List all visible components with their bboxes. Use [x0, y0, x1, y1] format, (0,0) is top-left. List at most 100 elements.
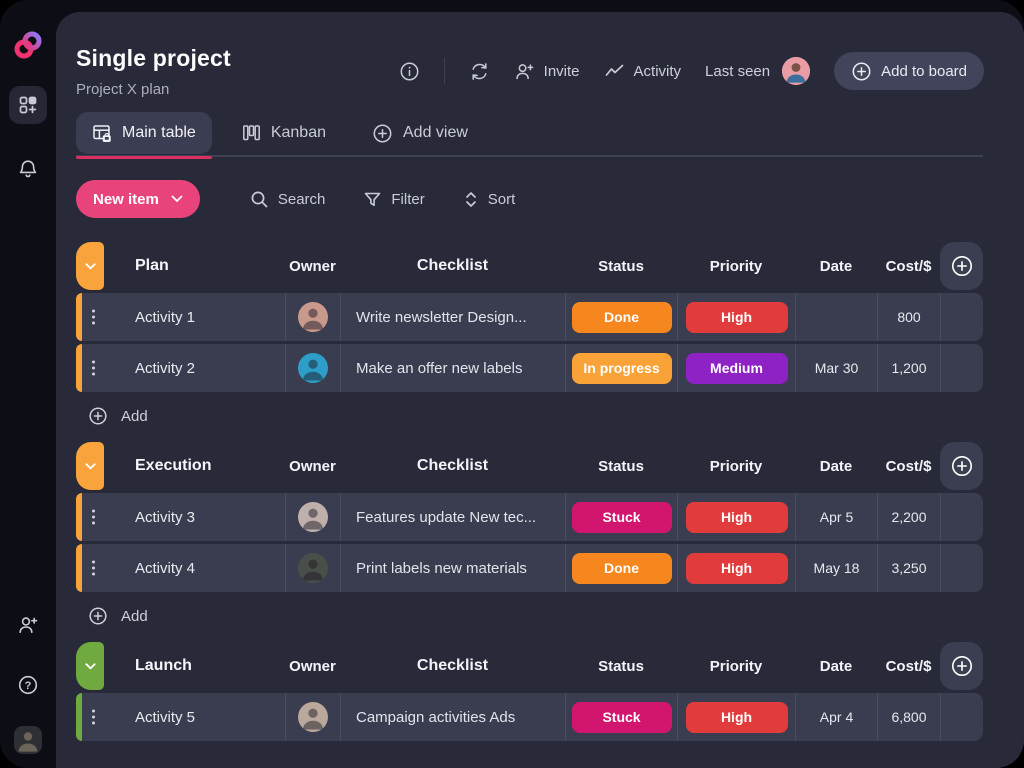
date-cell[interactable]: Apr 5 — [795, 493, 877, 541]
table-row[interactable]: Activity 1 Write newsletter Design...Done… — [76, 293, 983, 341]
cost-cell[interactable]: 1,200 — [877, 344, 940, 392]
user-avatar[interactable] — [14, 726, 42, 754]
add-column-button[interactable] — [940, 642, 983, 690]
column-header-priority[interactable]: Priority — [677, 642, 795, 690]
column-header-status[interactable]: Status — [565, 242, 677, 290]
priority-badge[interactable]: High — [686, 302, 788, 333]
column-header-owner[interactable]: Owner — [285, 642, 340, 690]
owner-cell[interactable] — [285, 693, 340, 741]
column-header-checklist[interactable]: Checklist — [340, 242, 565, 290]
column-header-owner[interactable]: Owner — [285, 242, 340, 290]
column-header-status[interactable]: Status — [565, 642, 677, 690]
notifications-bell-icon[interactable] — [9, 150, 47, 188]
owner-cell[interactable] — [285, 493, 340, 541]
table-row[interactable]: Activity 5 Campaign activities AdsStuck Hi… — [76, 693, 983, 741]
status-badge[interactable]: Stuck — [572, 502, 672, 533]
activity-button[interactable]: Activity — [604, 61, 682, 82]
column-header-cost[interactable]: Cost/$ — [877, 642, 940, 690]
table-row[interactable]: Activity 2 Make an offer new labelsIn pro… — [76, 344, 983, 392]
invite-button[interactable]: Invite — [514, 61, 580, 82]
search-button[interactable]: Search — [250, 190, 326, 209]
column-header-checklist[interactable]: Checklist — [340, 642, 565, 690]
item-name-cell[interactable]: Activity 4 — [76, 544, 285, 592]
row-menu-icon[interactable] — [89, 358, 98, 379]
row-menu-icon[interactable] — [89, 507, 98, 528]
status-badge[interactable]: Stuck — [572, 702, 672, 733]
status-badge[interactable]: Done — [572, 553, 672, 584]
checklist-cell[interactable]: Print labels new materials — [340, 544, 565, 592]
tab-main-table[interactable]: Main table — [76, 112, 212, 154]
column-header-date[interactable]: Date — [795, 642, 877, 690]
group-name[interactable]: Launch — [135, 657, 192, 675]
sync-icon[interactable] — [469, 61, 490, 82]
date-cell[interactable]: Mar 30 — [795, 344, 877, 392]
row-menu-icon[interactable] — [89, 307, 98, 328]
priority-badge[interactable]: High — [686, 702, 788, 733]
plaky-logo-icon[interactable] — [11, 28, 45, 62]
date-cell[interactable] — [795, 293, 877, 341]
cost-cell[interactable]: 2,200 — [877, 493, 940, 541]
add-column-button[interactable] — [940, 442, 983, 490]
main-panel: Single project Project X plan — [56, 12, 1024, 768]
tab-kanban[interactable]: Kanban — [226, 112, 342, 154]
date-cell[interactable]: Apr 4 — [795, 693, 877, 741]
column-header-status[interactable]: Status — [565, 442, 677, 490]
priority-badge[interactable]: High — [686, 553, 788, 584]
checklist-cell[interactable]: Write newsletter Design... — [340, 293, 565, 341]
group-name[interactable]: Execution — [135, 457, 211, 475]
info-icon[interactable] — [399, 61, 420, 82]
table-row[interactable]: Activity 3 Features update New tec...Stuc… — [76, 493, 983, 541]
last-seen: Last seen — [705, 57, 810, 85]
column-header-owner[interactable]: Owner — [285, 442, 340, 490]
column-header-priority[interactable]: Priority — [677, 242, 795, 290]
help-icon[interactable]: ? — [9, 666, 47, 704]
owner-cell[interactable] — [285, 293, 340, 341]
column-header-date[interactable]: Date — [795, 442, 877, 490]
sort-button[interactable]: Sort — [463, 190, 516, 209]
group-collapse-button[interactable] — [76, 642, 104, 690]
plus-circle-icon — [950, 454, 974, 478]
group-name[interactable]: Plan — [135, 257, 169, 275]
column-header-priority[interactable]: Priority — [677, 442, 795, 490]
new-item-button[interactable]: New item — [76, 180, 200, 218]
add-item-button[interactable]: Add — [88, 602, 148, 630]
item-name-cell[interactable]: Activity 1 — [76, 293, 285, 341]
item-name-cell[interactable]: Activity 3 — [76, 493, 285, 541]
group-collapse-button[interactable] — [76, 242, 104, 290]
checklist-cell[interactable]: Features update New tec... — [340, 493, 565, 541]
add-column-button[interactable] — [940, 242, 983, 290]
column-header-date[interactable]: Date — [795, 242, 877, 290]
checklist-cell[interactable]: Campaign activities Ads — [340, 693, 565, 741]
invite-people-icon[interactable] — [9, 606, 47, 644]
group-collapse-button[interactable] — [76, 442, 104, 490]
group-color-bar — [76, 293, 82, 341]
status-cell: Stuck — [565, 493, 677, 541]
row-menu-icon[interactable] — [89, 558, 98, 579]
column-header-cost[interactable]: Cost/$ — [877, 442, 940, 490]
tab-add-view[interactable]: Add view — [356, 112, 484, 154]
cost-cell[interactable]: 3,250 — [877, 544, 940, 592]
add-to-board-button[interactable]: Add to board — [834, 52, 984, 90]
cost-cell[interactable]: 800 — [877, 293, 940, 341]
owner-cell[interactable] — [285, 544, 340, 592]
filter-button[interactable]: Filter — [363, 190, 424, 209]
apps-grid-icon[interactable] — [9, 86, 47, 124]
status-badge[interactable]: In progress — [572, 353, 672, 384]
app-window: ? Single project Project X plan — [0, 0, 1024, 768]
table-row[interactable]: Activity 4 Print labels new materialsDone… — [76, 544, 983, 592]
last-seen-avatar[interactable] — [782, 57, 810, 85]
status-badge[interactable]: Done — [572, 302, 672, 333]
add-item-button[interactable]: Add — [88, 402, 148, 430]
item-name-cell[interactable]: Activity 5 — [76, 693, 285, 741]
priority-badge[interactable]: High — [686, 502, 788, 533]
owner-cell[interactable] — [285, 344, 340, 392]
cost-cell[interactable]: 6,800 — [877, 693, 940, 741]
priority-badge[interactable]: Medium — [686, 353, 788, 384]
column-header-checklist[interactable]: Checklist — [340, 442, 565, 490]
checklist-cell[interactable]: Make an offer new labels — [340, 344, 565, 392]
date-cell[interactable]: May 18 — [795, 544, 877, 592]
column-header-cost[interactable]: Cost/$ — [877, 242, 940, 290]
row-menu-icon[interactable] — [89, 707, 98, 728]
group-color-bar — [76, 344, 82, 392]
item-name-cell[interactable]: Activity 2 — [76, 344, 285, 392]
